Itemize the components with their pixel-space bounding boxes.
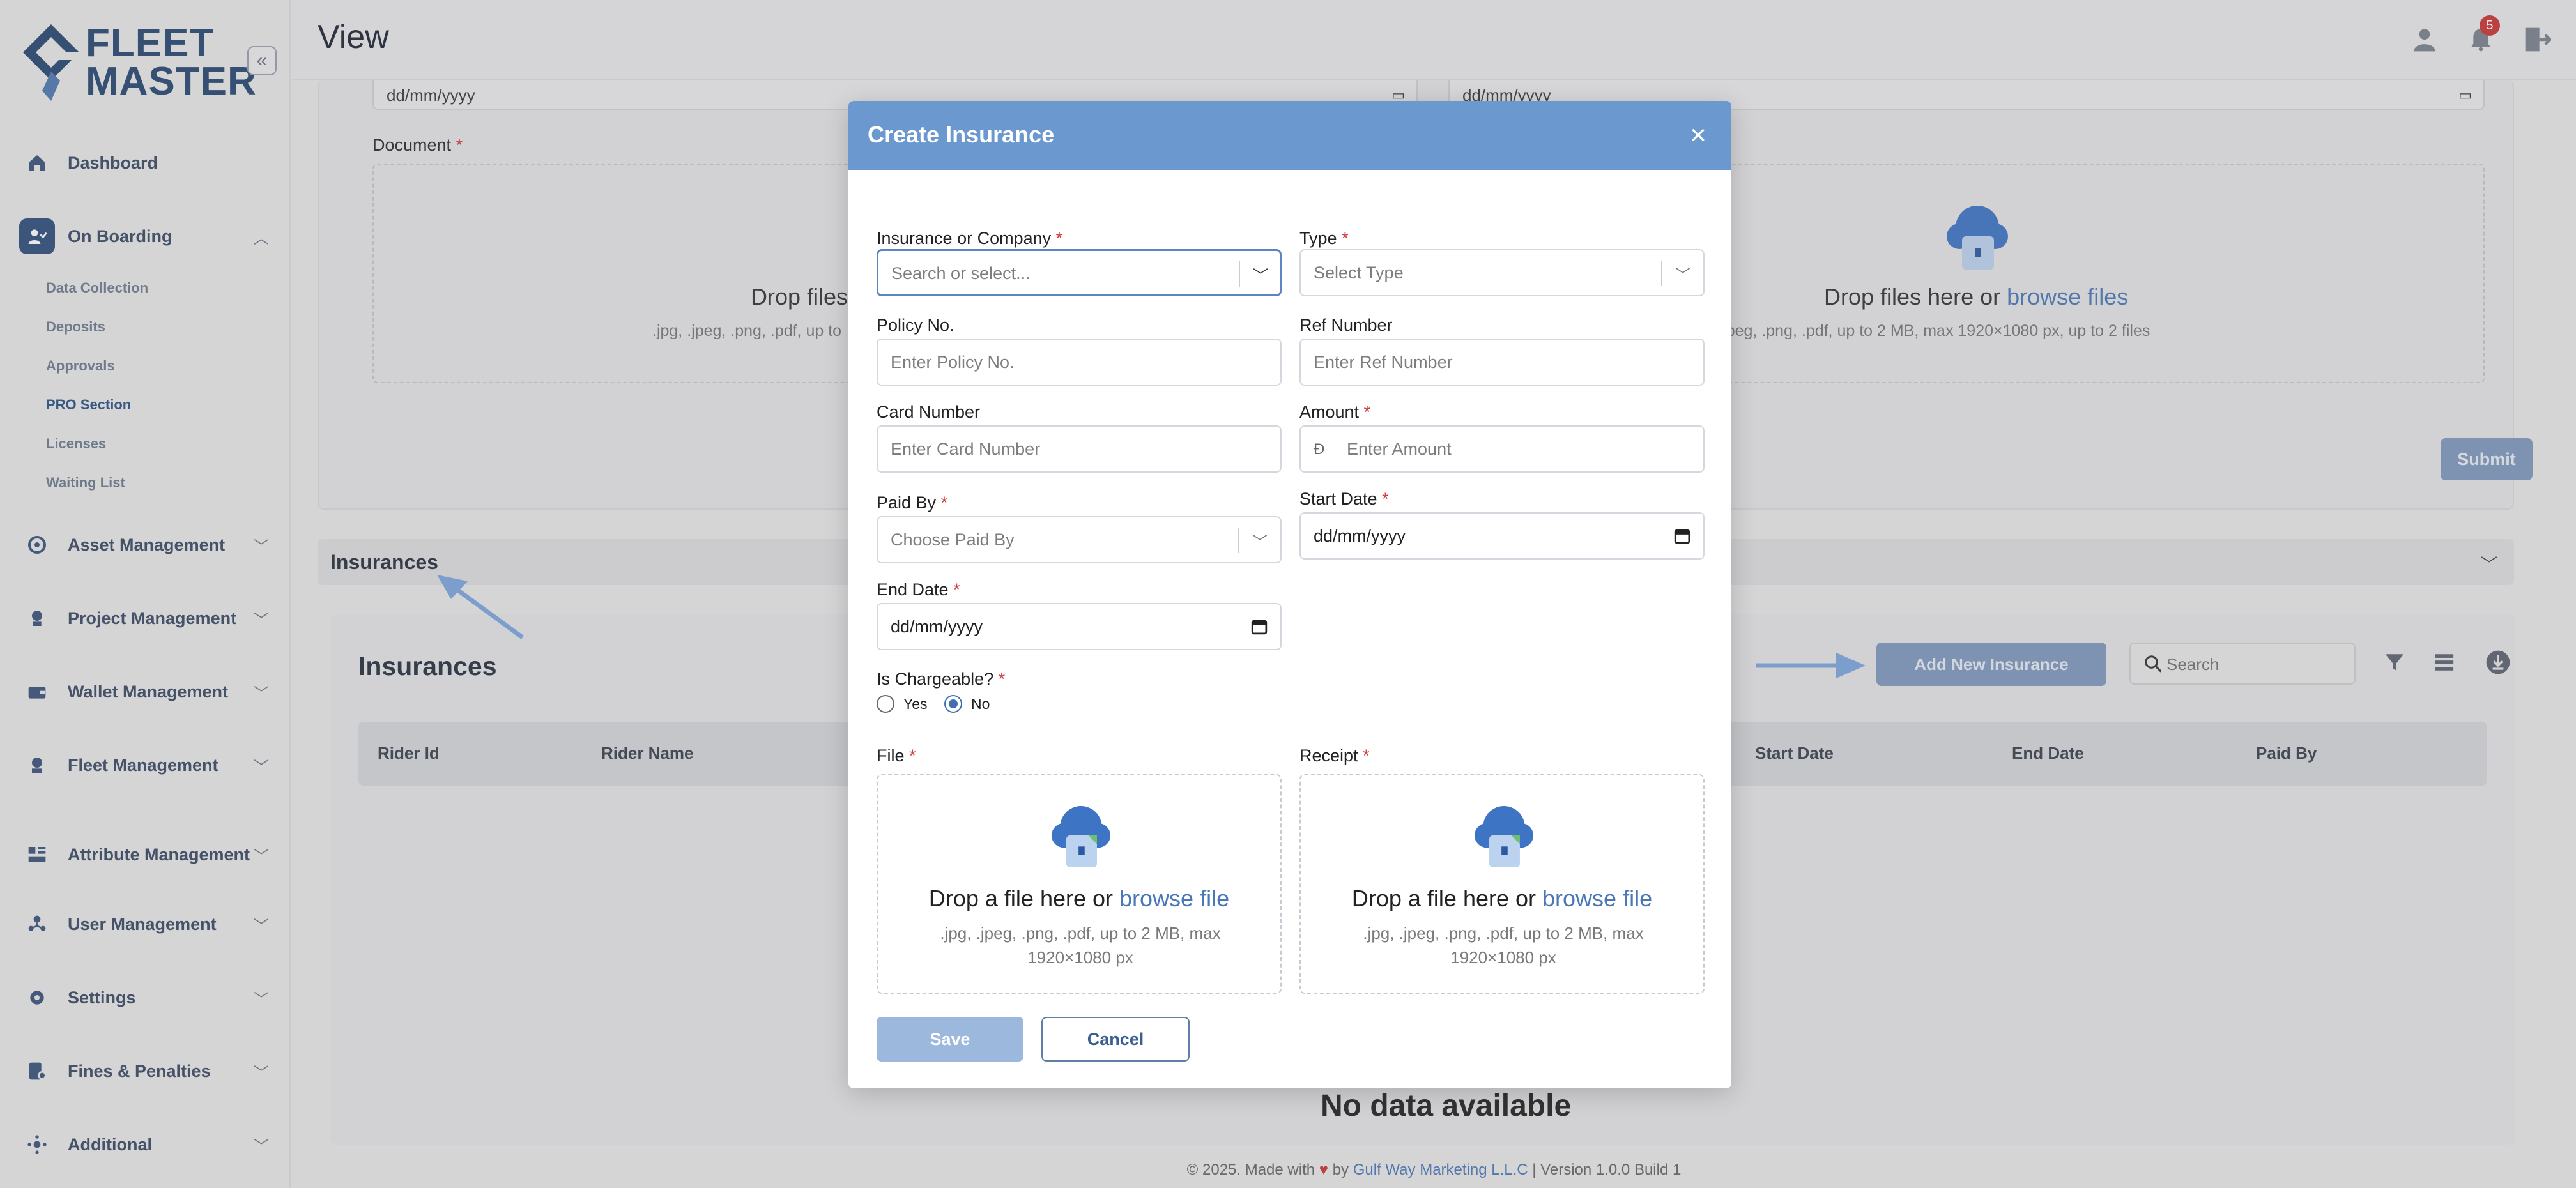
- chevron-down-icon: ﹀: [1252, 533, 1268, 551]
- calendar-icon[interactable]: [1674, 528, 1690, 549]
- start-date-input[interactable]: dd/mm/yyyy: [1300, 512, 1705, 560]
- chevron-down-icon: ﹀: [1675, 266, 1690, 284]
- save-button[interactable]: Save: [877, 1017, 1023, 1062]
- file-dropzone[interactable]: Drop a file here or browse file .jpg, .j…: [877, 774, 1282, 994]
- dropzone-text: Drop a file here or browse file: [1351, 885, 1653, 911]
- browse-file-link[interactable]: browse file: [1119, 885, 1229, 911]
- amount-label: Amount *: [1300, 402, 1371, 422]
- cloud-upload-icon: [1474, 805, 1534, 867]
- paid-by-label: Paid By *: [877, 493, 948, 512]
- create-insurance-modal: Create Insurance × Insurance or Company …: [848, 101, 1731, 1088]
- chevron-down-icon: ﹀: [1253, 267, 1268, 285]
- modal-header: Create Insurance ×: [848, 101, 1731, 170]
- is-chargeable-label: Is Chargeable? *: [877, 669, 1006, 689]
- chargeable-no-radio[interactable]: No: [944, 695, 990, 713]
- radio-button[interactable]: [877, 695, 894, 713]
- close-icon[interactable]: ×: [1683, 120, 1713, 151]
- currency-dirham-icon: Đ: [1314, 441, 1325, 458]
- ref-number-input[interactable]: Enter Ref Number: [1300, 339, 1705, 386]
- chargeable-yes-radio[interactable]: Yes: [877, 695, 928, 713]
- cancel-button[interactable]: Cancel: [1041, 1017, 1190, 1062]
- calendar-icon[interactable]: [1251, 618, 1268, 639]
- paid-by-select[interactable]: Choose Paid By ﹀: [877, 516, 1282, 563]
- policy-no-label: Policy No.: [877, 316, 954, 335]
- amount-input[interactable]: Đ Enter Amount: [1300, 425, 1705, 473]
- receipt-label: Receipt *: [1300, 746, 1370, 765]
- browse-file-link[interactable]: browse file: [1542, 885, 1652, 911]
- ref-number-label: Ref Number: [1300, 316, 1393, 335]
- insurance-company-select[interactable]: Search or select... ﹀: [877, 249, 1282, 296]
- dropzone-hint: .jpg, .jpeg, .png, .pdf, up to 2 MB, max…: [940, 924, 1221, 967]
- type-label: Type *: [1300, 229, 1349, 248]
- insurance-company-label: Insurance or Company *: [877, 229, 1063, 248]
- end-date-label: End Date *: [877, 580, 960, 599]
- cloud-upload-icon: [1051, 805, 1111, 867]
- card-number-input[interactable]: Enter Card Number: [877, 425, 1282, 473]
- modal-title: Create Insurance: [868, 121, 1055, 148]
- dropzone-hint: .jpg, .jpeg, .png, .pdf, up to 2 MB, max…: [1363, 924, 1644, 967]
- start-date-label: Start Date *: [1300, 489, 1389, 508]
- policy-no-input[interactable]: Enter Policy No.: [877, 339, 1282, 386]
- type-select[interactable]: Select Type ﹀: [1300, 249, 1705, 296]
- radio-button-selected[interactable]: [944, 695, 962, 713]
- end-date-input[interactable]: dd/mm/yyyy: [877, 603, 1282, 650]
- card-number-label: Card Number: [877, 402, 981, 422]
- receipt-dropzone[interactable]: Drop a file here or browse file .jpg, .j…: [1300, 774, 1705, 994]
- file-label: File *: [877, 746, 916, 765]
- dropzone-text: Drop a file here or browse file: [928, 885, 1230, 911]
